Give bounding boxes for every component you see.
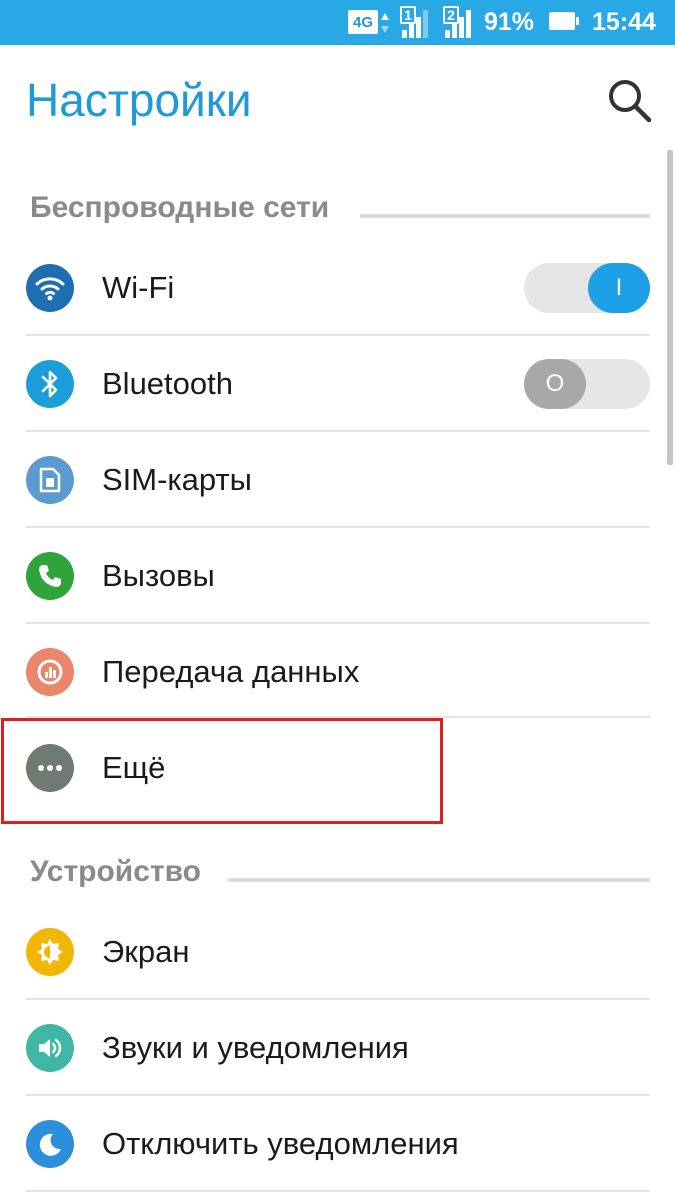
wifi-icon xyxy=(26,264,74,312)
phone-icon xyxy=(26,552,74,600)
page-title: Настройки xyxy=(26,74,252,126)
settings-item-label: SIM-карты xyxy=(102,462,252,497)
toggle-knob: I xyxy=(588,263,650,313)
battery-percent: 91% xyxy=(484,8,535,36)
settings-item-display[interactable]: Экран xyxy=(0,904,665,1000)
bluetooth-toggle[interactable]: O xyxy=(524,359,650,409)
settings-item-sim-cards[interactable]: SIM-карты xyxy=(0,432,665,528)
wifi-toggle[interactable]: I xyxy=(524,263,650,313)
settings-item-sound[interactable]: Звуки и уведомления xyxy=(0,1000,665,1096)
toggle-knob: O xyxy=(524,359,586,409)
moon-icon xyxy=(26,1120,74,1168)
clock: 15:44 xyxy=(592,8,656,36)
section-header-wireless: Беспроводные сети xyxy=(30,191,330,224)
settings-item-label: Wi-Fi xyxy=(102,270,175,305)
scrollbar[interactable] xyxy=(667,150,673,465)
section-divider xyxy=(360,214,650,218)
section-divider xyxy=(228,878,650,882)
settings-item-data-usage[interactable]: Передача данных xyxy=(0,624,665,720)
network-type-badge: 4G xyxy=(348,10,378,34)
bluetooth-icon xyxy=(26,360,74,408)
battery-icon xyxy=(549,12,579,30)
settings-item-label: Отключить уведомления xyxy=(102,1126,459,1161)
search-icon xyxy=(609,80,652,123)
settings-item-label: Bluetooth xyxy=(102,366,233,401)
settings-item-calls[interactable]: Вызовы xyxy=(0,528,665,624)
volume-icon xyxy=(26,1024,74,1072)
sim1-signal-icon xyxy=(402,10,428,38)
sim2-signal-icon xyxy=(445,10,471,38)
section-header-device: Устройство xyxy=(30,855,201,888)
brightness-icon xyxy=(26,928,74,976)
data-activity-icon xyxy=(381,13,389,33)
settings-item-bluetooth[interactable]: Bluetooth O xyxy=(0,336,665,432)
settings-item-do-not-disturb[interactable]: Отключить уведомления xyxy=(0,1096,665,1192)
settings-item-label: Экран xyxy=(102,934,190,969)
settings-item-label: Передача данных xyxy=(102,654,360,689)
data-usage-icon xyxy=(26,648,74,696)
settings-item-label: Звуки и уведомления xyxy=(102,1030,409,1065)
settings-item-label: Вызовы xyxy=(102,558,215,593)
status-bar: 4G 1 2 91% 15:44 xyxy=(0,0,675,45)
sim-card-icon xyxy=(26,456,74,504)
search-button[interactable] xyxy=(605,76,655,126)
settings-item-wifi[interactable]: Wi-Fi I xyxy=(0,240,665,336)
row-divider xyxy=(26,1190,650,1192)
highlight-box xyxy=(1,718,443,824)
